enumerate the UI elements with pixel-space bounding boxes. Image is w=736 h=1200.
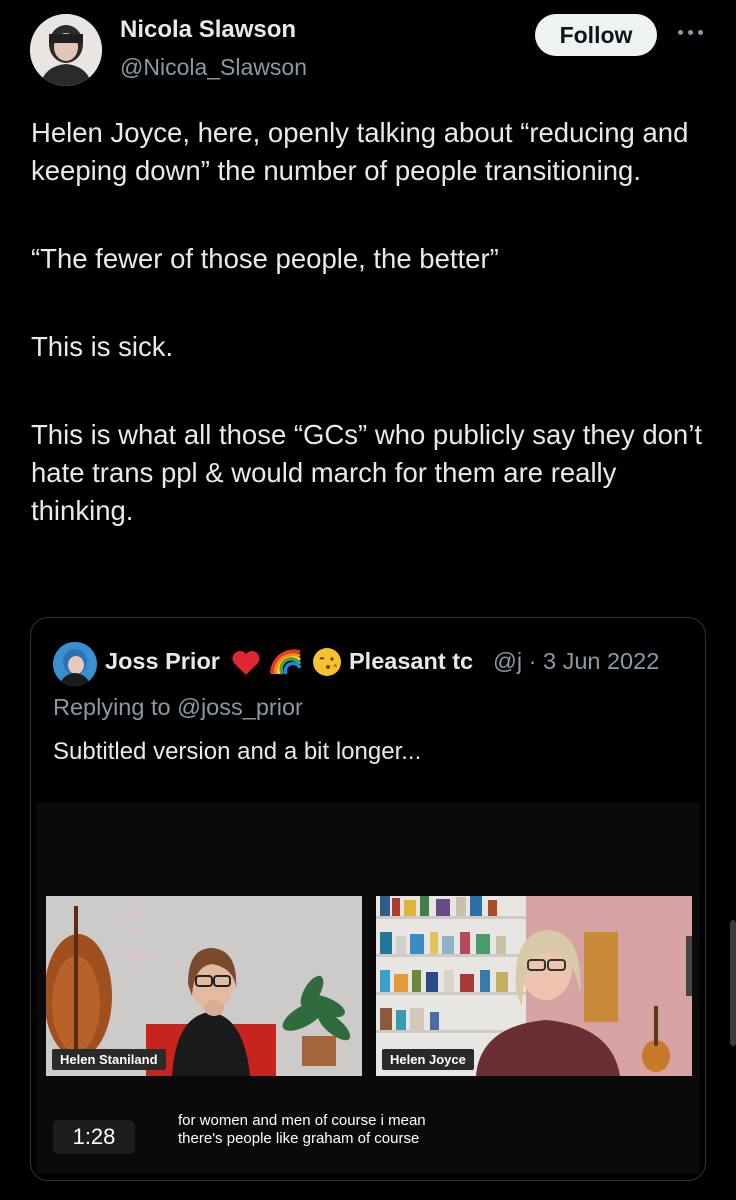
replying-to: Replying to @joss_prior	[53, 694, 303, 721]
caption-line: for women and men of course i mean	[178, 1112, 426, 1129]
post-paragraph: This is sick.	[31, 331, 174, 362]
quoted-text: Subtitled version and a bit longer...	[53, 738, 422, 765]
meta-separator: ·	[528, 648, 537, 674]
participant-label-left: Helen Staniland	[52, 1049, 166, 1070]
replying-prefix: Replying to	[53, 694, 171, 720]
author-handle[interactable]: @Nicola_Slawson	[120, 54, 307, 81]
quoted-date[interactable]: 3 Jun 2022	[543, 648, 659, 674]
quoted-author-name-suffix[interactable]: Pleasant tc	[349, 648, 483, 675]
dot	[697, 29, 703, 35]
video-panel-right: Helen Joyce	[376, 896, 692, 1076]
author-avatar[interactable]	[30, 14, 102, 86]
caption-line: there's people like graham of course	[178, 1130, 420, 1147]
quoted-avatar[interactable]	[53, 642, 97, 686]
more-icon[interactable]	[672, 22, 708, 42]
video-caption: for women and men of course i mean there…	[178, 1112, 518, 1148]
author-name[interactable]: Nicola Slawson	[120, 16, 296, 44]
red-heart-icon	[231, 650, 261, 681]
scrollbar-thumb[interactable]	[730, 920, 736, 1046]
replying-handle[interactable]: @joss_prior	[177, 694, 303, 720]
rainbow-icon	[269, 648, 303, 681]
dot	[677, 29, 683, 35]
video-player[interactable]: Helen Staniland Helen Joyce 1:28 for wom…	[36, 802, 700, 1174]
post-paragraph: This is what all those “GCs” who publicl…	[31, 419, 702, 526]
quoted-meta: @j · 3 Jun 2022	[493, 648, 659, 675]
post-paragraph: “The fewer of those people, the better”	[31, 243, 499, 274]
post-paragraph: Helen Joyce, here, openly talking about …	[31, 117, 689, 186]
participant-label-right: Helen Joyce	[382, 1049, 474, 1070]
quoted-handle[interactable]: @j	[493, 648, 522, 674]
post-header: Nicola Slawson @Nicola_Slawson Follow	[0, 0, 736, 100]
video-panel-left: Helen Staniland	[46, 896, 362, 1076]
video-duration-badge: 1:28	[53, 1120, 135, 1154]
follow-button[interactable]: Follow	[535, 14, 657, 56]
quoted-post[interactable]: Joss Prior Pleasant tc @j · 3 Jun 2022 R…	[30, 617, 706, 1181]
post-text: Helen Joyce, here, openly talking about …	[31, 114, 711, 530]
kissing-face-icon	[313, 648, 341, 676]
quoted-author-name[interactable]: Joss Prior	[105, 648, 220, 675]
dot	[687, 29, 693, 35]
